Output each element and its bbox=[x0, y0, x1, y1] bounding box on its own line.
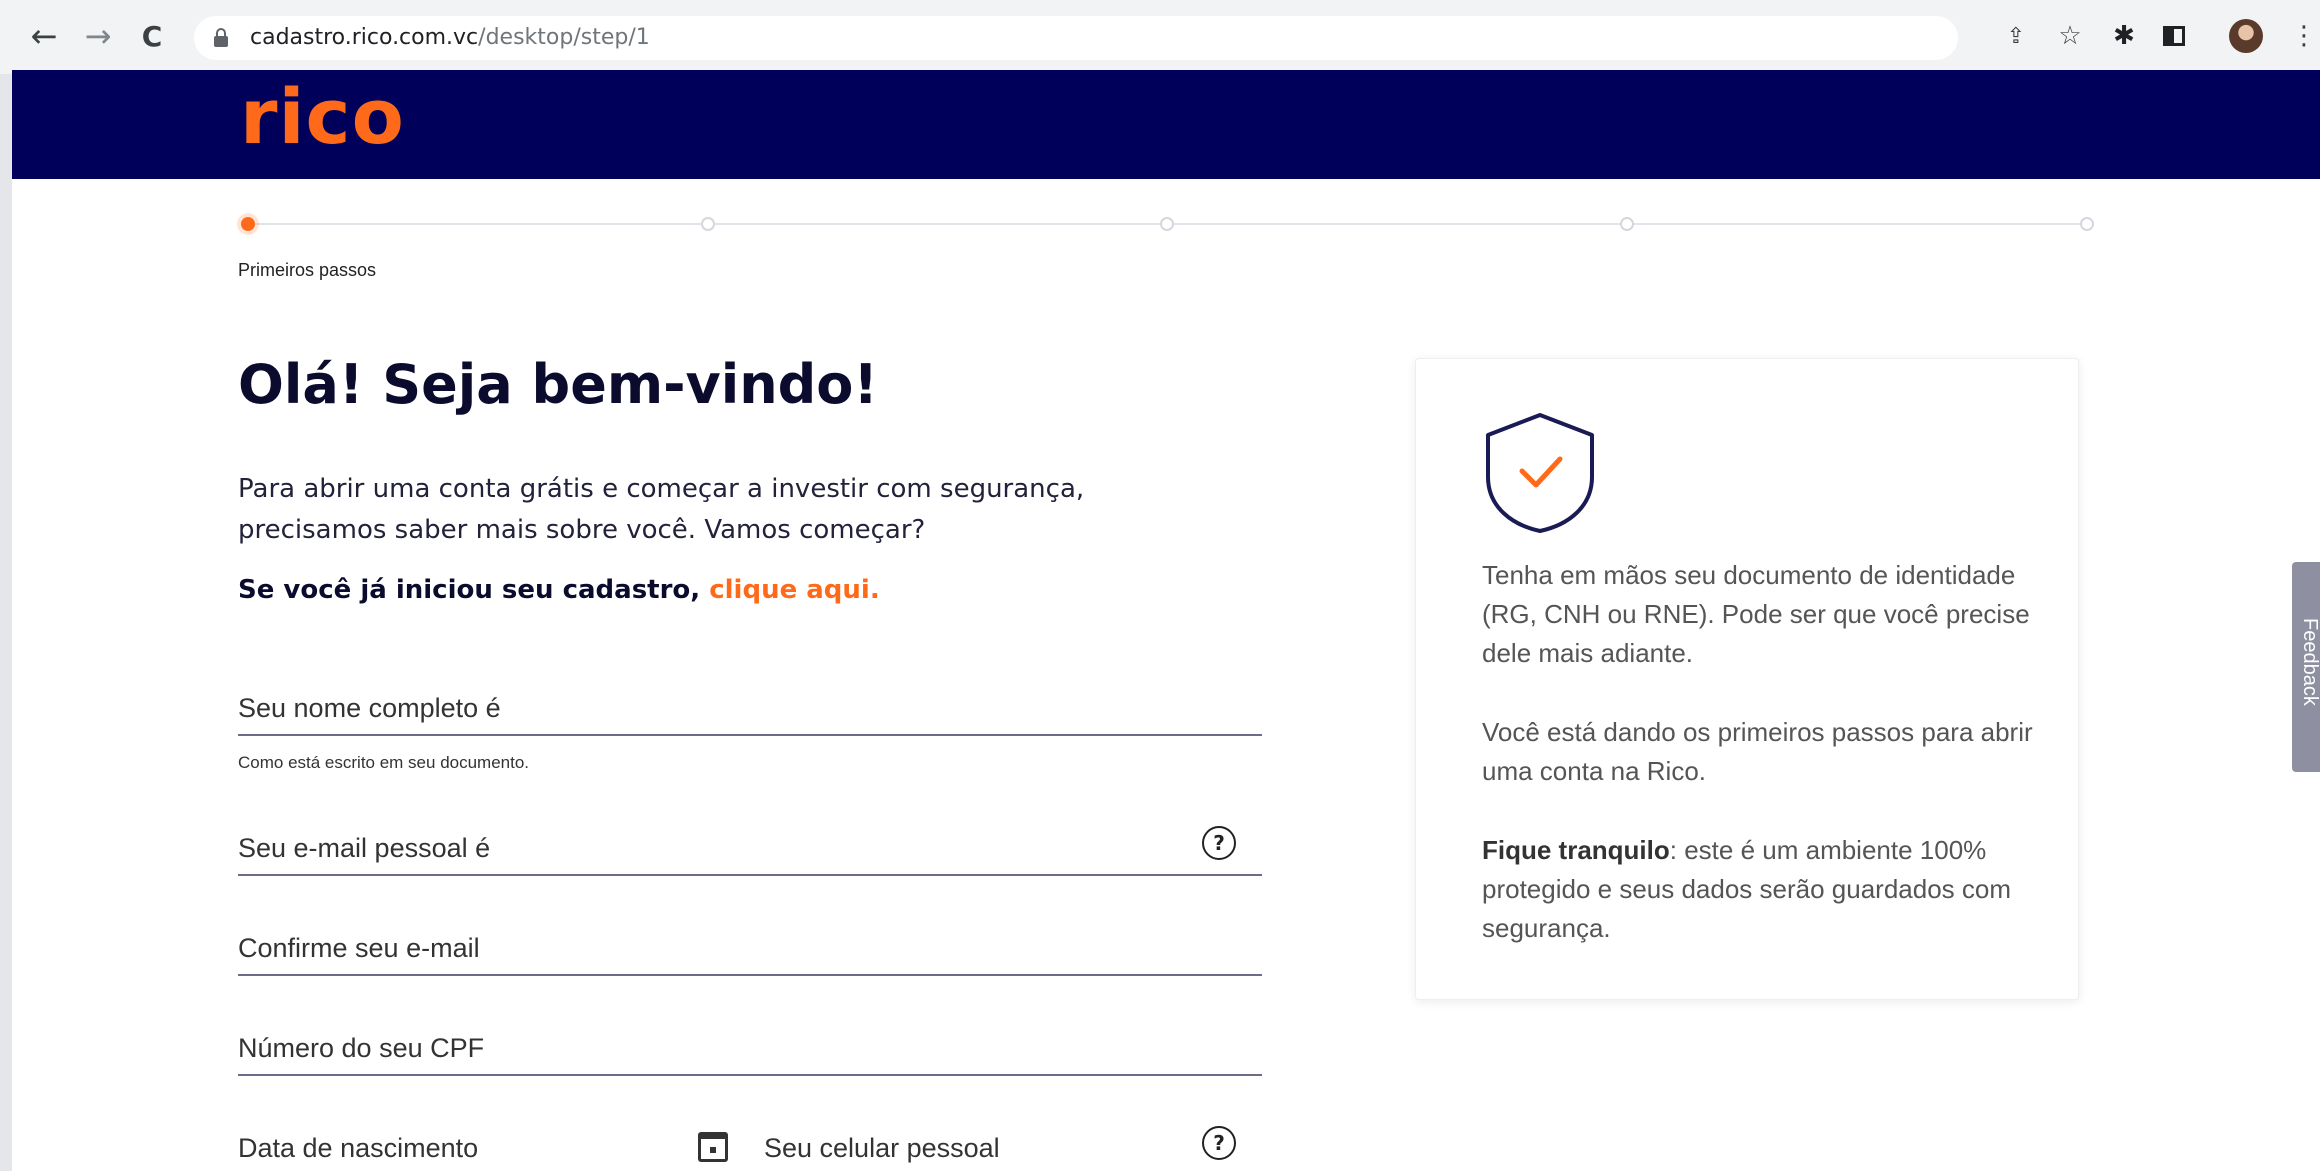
step-dot-5 bbox=[2080, 217, 2094, 231]
page-content: rico Primeiros passos Olá! Seja bem-vind… bbox=[12, 70, 2320, 1171]
email-help-icon[interactable]: ? bbox=[1202, 826, 1236, 860]
rico-logo[interactable]: rico bbox=[240, 72, 405, 161]
email-field[interactable]: Seu e-mail pessoal é ? bbox=[238, 826, 1262, 876]
info-card: Tenha em mãos seu documento de identidad… bbox=[1415, 358, 2079, 1000]
intro-text: Para abrir uma conta grátis e começar a … bbox=[238, 474, 1085, 545]
cpf-placeholder: Número do seu CPF bbox=[238, 1033, 485, 1063]
step-dot-1 bbox=[241, 217, 255, 231]
site-header: rico bbox=[12, 70, 2320, 179]
step-dot-2 bbox=[701, 217, 715, 231]
step-label: Primeiros passos bbox=[238, 260, 377, 280]
step-dot-3 bbox=[1160, 217, 1174, 231]
resume-registration-text: Se você já iniciou seu cadastro, clique … bbox=[238, 575, 880, 605]
side-panel-icon[interactable] bbox=[2156, 18, 2192, 54]
mobile-phone-placeholder: Seu celular pessoal bbox=[764, 1133, 1000, 1163]
kebab-menu-icon[interactable]: ⋮ bbox=[2286, 18, 2320, 54]
full-name-placeholder: Seu nome completo é bbox=[238, 693, 501, 723]
full-name-hint: Como está escrito em seu documento. bbox=[238, 753, 530, 772]
confirm-email-field[interactable]: Confirme seu e-mail bbox=[238, 930, 1262, 976]
info-paragraph-security: Fique tranquilo: este é um ambiente 100%… bbox=[1482, 835, 2012, 943]
browser-toolbar: ← → C cadastro.rico.com.vc/desktop/step/… bbox=[0, 0, 2320, 74]
full-name-field[interactable]: Seu nome completo é bbox=[238, 690, 1262, 736]
profile-avatar[interactable] bbox=[2228, 18, 2264, 54]
shield-check-icon bbox=[1486, 413, 1594, 533]
info-paragraph-first-steps: Você está dando os primeiros passos para… bbox=[1482, 717, 2033, 786]
phone-help-icon[interactable]: ? bbox=[1202, 1126, 1236, 1160]
lock-icon[interactable] bbox=[214, 28, 228, 48]
email-placeholder: Seu e-mail pessoal é bbox=[238, 833, 491, 863]
step-dot-4 bbox=[1620, 217, 1634, 231]
confirm-email-placeholder: Confirme seu e-mail bbox=[238, 933, 480, 963]
share-icon[interactable]: ⇪ bbox=[1998, 18, 2034, 54]
forward-arrow-icon[interactable]: → bbox=[76, 14, 120, 58]
calendar-icon[interactable] bbox=[698, 1132, 728, 1162]
address-bar[interactable]: cadastro.rico.com.vc/desktop/step/1 bbox=[194, 16, 1958, 60]
cpf-field[interactable]: Número do seu CPF bbox=[238, 1030, 1262, 1076]
extensions-puzzle-icon[interactable]: ✱ bbox=[2106, 18, 2142, 54]
back-arrow-icon[interactable]: ← bbox=[22, 14, 66, 58]
mobile-phone-field[interactable]: Seu celular pessoal ? bbox=[764, 1126, 1262, 1171]
info-paragraph-documents: Tenha em mãos seu documento de identidad… bbox=[1482, 560, 2030, 668]
birth-date-placeholder: Data de nascimento bbox=[238, 1133, 479, 1163]
click-here-link[interactable]: clique aqui. bbox=[709, 575, 880, 605]
reload-icon[interactable]: C bbox=[130, 14, 174, 58]
url-text: cadastro.rico.com.vc/desktop/step/1 bbox=[250, 25, 650, 50]
bookmark-star-icon[interactable]: ☆ bbox=[2052, 18, 2088, 54]
page-title: Olá! Seja bem-vindo! bbox=[238, 353, 879, 416]
birth-date-field[interactable]: Data de nascimento bbox=[238, 1130, 728, 1171]
feedback-tab[interactable]: Feedback bbox=[2292, 562, 2320, 772]
